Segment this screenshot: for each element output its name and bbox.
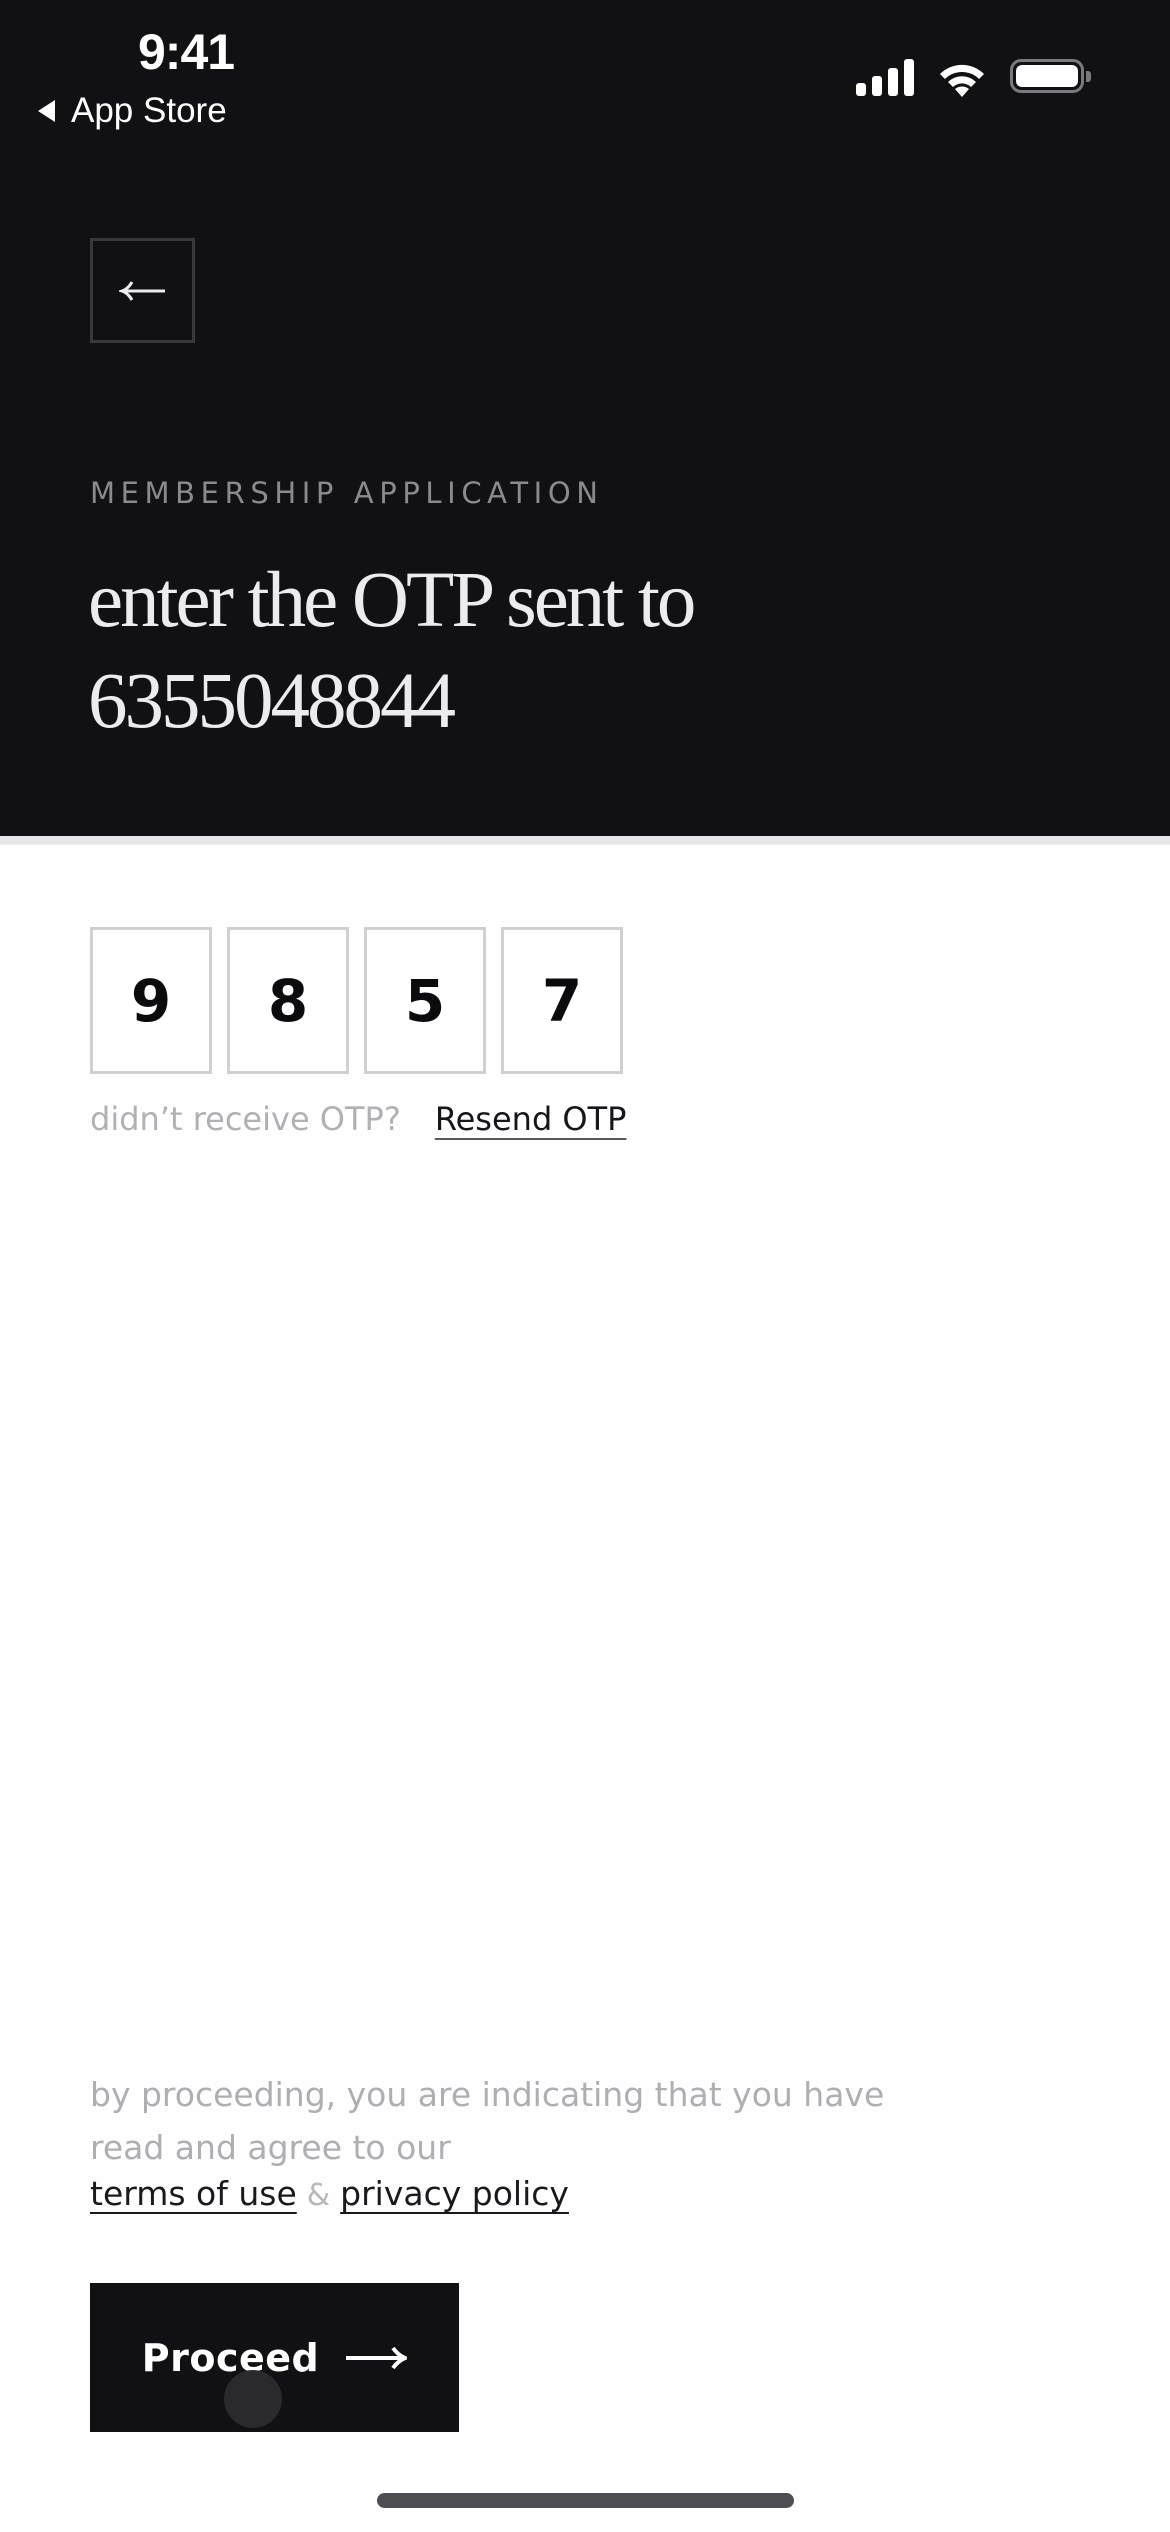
page-title: enter the OTP sent to 6355048844: [88, 550, 1088, 752]
legal-links: terms of use & privacy policy: [90, 2174, 569, 2220]
ampersand: &: [306, 2178, 331, 2213]
otp-digit-3[interactable]: 5: [364, 927, 486, 1074]
proceed-label: Proceed: [141, 2335, 320, 2380]
cellular-signal-icon: [856, 58, 916, 96]
disclaimer-line1: by proceeding, you are indicating that y…: [90, 2075, 885, 2114]
terms-disclaimer: by proceeding, you are indicating that y…: [90, 2068, 1090, 2174]
arrow-right-icon: [346, 2346, 408, 2369]
back-app-label: App Store: [71, 91, 227, 130]
back-to-app-store[interactable]: App Store: [38, 90, 227, 132]
otp-digit-2[interactable]: 8: [227, 927, 349, 1074]
home-indicator[interactable]: [377, 2493, 794, 2508]
otp-digit-4[interactable]: 7: [501, 927, 623, 1074]
otp-input-group: 9 8 5 7: [90, 927, 623, 1074]
status-time: 9:41: [138, 24, 235, 80]
otp-digit-1[interactable]: 9: [90, 927, 212, 1074]
header-divider: [0, 836, 1170, 845]
page-title-line1: enter the OTP sent to: [88, 557, 696, 644]
back-button[interactable]: [90, 238, 195, 343]
status-icons: [852, 56, 1092, 100]
phone-number: 6355048844: [88, 658, 456, 745]
back-triangle-icon: [38, 100, 55, 122]
battery-icon: [1010, 59, 1091, 93]
touch-indicator: [224, 2370, 282, 2428]
section-label: MEMBERSHIP APPLICATION: [90, 476, 604, 510]
resend-prompt: didn’t receive OTP?: [90, 1100, 401, 1138]
resend-otp-link[interactable]: Resend OTP: [435, 1100, 627, 1138]
disclaimer-line2: read and agree to our: [90, 2128, 451, 2167]
resend-row: didn’t receive OTP? Resend OTP: [90, 1100, 626, 1146]
privacy-policy-link[interactable]: privacy policy: [340, 2174, 569, 2213]
arrow-left-icon: [118, 280, 165, 301]
wifi-icon: [940, 64, 984, 97]
terms-of-use-link[interactable]: terms of use: [90, 2174, 297, 2213]
